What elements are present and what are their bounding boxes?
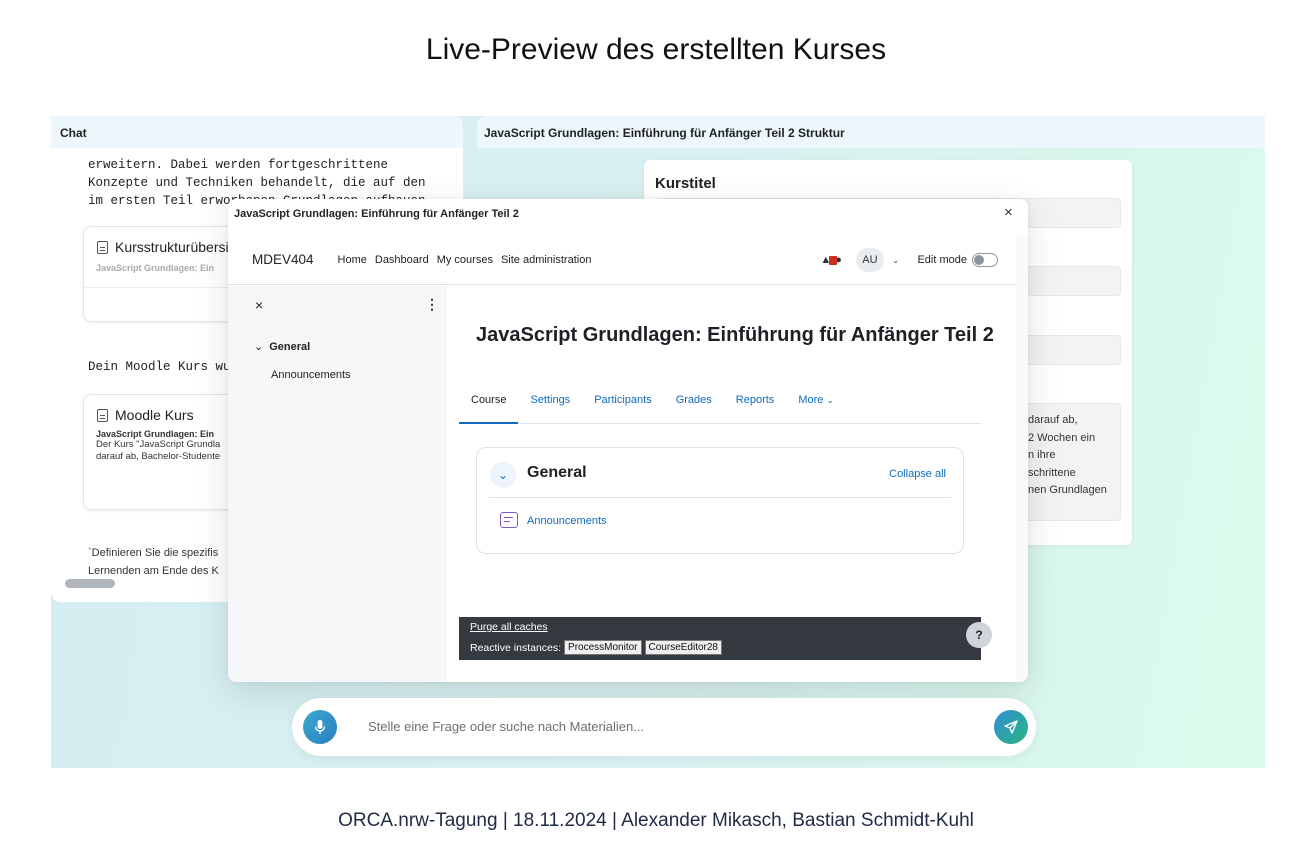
close-drawer-icon[interactable]: × — [255, 297, 263, 313]
site-brand[interactable]: MDEV404 — [252, 252, 314, 267]
notification-bell-icon[interactable]: ▲ — [820, 254, 838, 266]
modal-title: JavaScript Grundlagen: Einführung für An… — [234, 208, 519, 220]
tab-grades[interactable]: Grades — [664, 394, 724, 424]
avatar[interactable]: AU — [855, 248, 884, 272]
course-title-label: Kurstitel — [655, 175, 716, 192]
purge-caches-link[interactable]: Purge all caches — [470, 621, 548, 633]
nav-dashboard[interactable]: Dashboard — [375, 254, 429, 266]
collapse-all-link[interactable]: Collapse all — [889, 468, 946, 480]
nav-site-administration[interactable]: Site administration — [501, 254, 592, 266]
prompt-line: Lernenden am Ende des K — [88, 565, 219, 577]
kebab-menu-icon[interactable]: ⋮ — [425, 296, 439, 313]
notification-badge — [829, 256, 838, 265]
performance-footer: Purge all caches Reactive instances: Pro… — [459, 617, 981, 660]
document-icon — [97, 408, 108, 422]
edit-mode-toggle[interactable] — [972, 253, 998, 267]
drawer-item-announcements[interactable]: Announcements — [271, 369, 351, 381]
section-title: General — [527, 464, 587, 481]
chevron-down-icon: ⌄ — [254, 341, 264, 353]
tab-course[interactable]: Course — [459, 394, 519, 424]
microphone-icon — [314, 720, 326, 734]
process-monitor-button[interactable]: ProcessMonitor — [564, 640, 642, 655]
chat-message-text: Dein Moodle Kurs wur — [88, 360, 239, 374]
card-title: Kursstrukturübersic — [115, 239, 236, 255]
edit-mode-label: Edit mode — [917, 254, 967, 266]
microphone-button[interactable] — [303, 710, 337, 744]
slide-title: Live-Preview des erstellten Kurses — [425, 33, 887, 66]
nav-my-courses[interactable]: My courses — [437, 254, 493, 266]
moodle-navbar: MDEV404 Home Dashboard My courses Site a… — [228, 235, 1016, 285]
reactive-label: Reactive instances: — [470, 641, 562, 654]
course-tabs: Course Settings Participants Grades Repo… — [459, 394, 981, 424]
chevron-down-icon: ⌄ — [826, 395, 834, 405]
course-index-drawer: × ⋮ ⌄ General Announcements — [228, 286, 447, 682]
chat-input-bar: Stelle eine Frage oder suche nach Materi… — [292, 698, 1036, 756]
slide-footer: ORCA.nrw-Tagung | 18.11.2024 | Alexander… — [338, 810, 974, 831]
chat-header: Chat — [51, 116, 463, 148]
close-icon[interactable]: × — [1004, 204, 1013, 221]
chat-input-placeholder[interactable]: Stelle eine Frage oder suche nach Materi… — [368, 719, 644, 734]
structure-header: JavaScript Grundlagen: Einführung für An… — [477, 116, 1265, 148]
course-editor-button[interactable]: CourseEditor28 — [644, 640, 722, 655]
section-general: ⌄ General Collapse all Announcements — [476, 447, 964, 554]
forum-icon — [500, 512, 518, 528]
card-title: Moodle Kurs — [115, 407, 194, 423]
horizontal-scrollbar[interactable] — [65, 579, 115, 588]
send-button[interactable] — [994, 710, 1028, 744]
chevron-down-icon[interactable]: ⌄ — [490, 462, 516, 488]
tab-more[interactable]: More ⌄ — [786, 394, 846, 424]
section-divider — [489, 497, 951, 498]
send-icon — [1004, 720, 1018, 734]
drawer-section-general[interactable]: ⌄ General — [254, 340, 310, 353]
document-icon — [97, 240, 108, 254]
modal-scrollbar[interactable] — [1016, 235, 1028, 682]
tab-settings[interactable]: Settings — [518, 394, 582, 424]
tab-participants[interactable]: Participants — [582, 394, 663, 424]
description-text: darauf ab, 2 Wochen ein n ihre schritten… — [1028, 414, 1107, 496]
chevron-down-icon[interactable]: ⌄ — [892, 255, 900, 266]
help-button[interactable]: ? — [966, 622, 992, 648]
announcements-link[interactable]: Announcements — [527, 515, 607, 527]
live-preview-modal: JavaScript Grundlagen: Einführung für An… — [228, 199, 1028, 682]
nav-home[interactable]: Home — [338, 254, 367, 266]
chat-prompt-text: `Definieren Sie die spezifis Lernenden a… — [88, 544, 219, 580]
prompt-line: `Definieren Sie die spezifis — [88, 547, 219, 559]
tab-reports[interactable]: Reports — [724, 394, 787, 424]
course-title: JavaScript Grundlagen: Einführung für An… — [476, 324, 994, 346]
